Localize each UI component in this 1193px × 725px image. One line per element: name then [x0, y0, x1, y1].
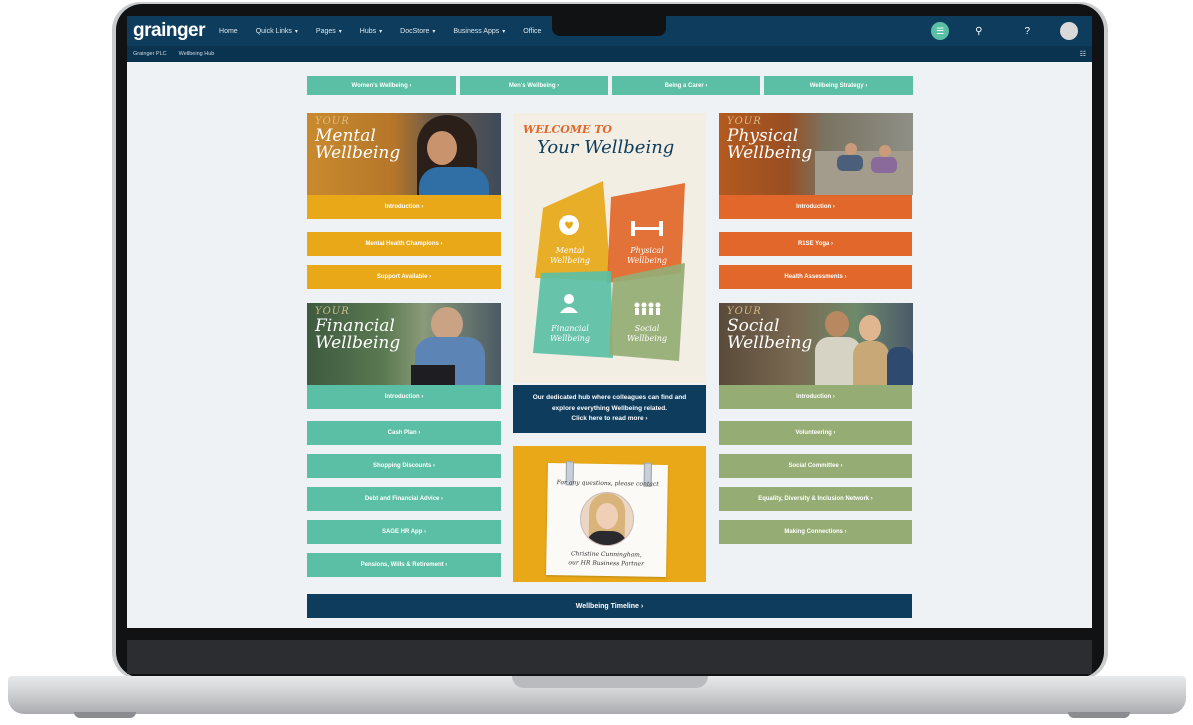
social-quadrant-label-2: Wellbeing	[627, 334, 667, 343]
social-person-shirt	[853, 341, 889, 385]
tab-womens-wellbeing[interactable]: Women's Wellbeing ›	[307, 76, 456, 95]
mental-quadrant-label-2: Wellbeing	[550, 256, 590, 265]
contact-note: For any questions, please contact Christ…	[546, 461, 668, 578]
laptop-chin	[127, 640, 1092, 674]
social-wellbeing-banner[interactable]: YOUR Social Wellbeing	[719, 303, 913, 385]
user-avatar[interactable]	[1060, 22, 1078, 40]
hub-text-line-2: explore everything Wellbeing related.	[551, 404, 668, 412]
tab-wellbeing-strategy[interactable]: Wellbeing Strategy ›	[764, 76, 913, 95]
financial-quadrant[interactable]	[533, 271, 613, 358]
nav-hubs[interactable]: Hubs ▾	[360, 28, 382, 35]
chevron-down-icon: ▾	[338, 28, 342, 35]
physical-wellbeing-banner[interactable]: YOUR Physical Wellbeing	[719, 113, 913, 195]
debt-financial-advice-button[interactable]: Debt and Financial Advice ›	[307, 487, 501, 511]
hub-description-link[interactable]: Our dedicated hub where colleagues can f…	[513, 385, 706, 433]
chevron-down-icon: ▾	[379, 28, 383, 35]
app-launcher-icon[interactable]: ☰	[931, 22, 950, 40]
physical-introduction-button[interactable]: Introduction ›	[719, 195, 912, 219]
chevron-down-icon: ▾	[432, 28, 436, 35]
mental-wellbeing-banner[interactable]: YOUR Mental Wellbeing	[307, 113, 501, 195]
volunteering-button[interactable]: Volunteering ›	[719, 421, 912, 445]
social-wellbeing-title: YOUR Social Wellbeing	[727, 306, 813, 354]
social-person-face	[859, 315, 881, 341]
woman-face	[427, 131, 457, 165]
r1se-yoga-button[interactable]: R1SE Yoga ›	[719, 232, 912, 256]
financial-quadrant-label-1: Financial	[550, 324, 589, 333]
browser-screen: grainger Home Quick Links ▾ Pages ▾ Hubs ▾ …	[127, 16, 1092, 628]
social-person-shirt	[887, 347, 913, 385]
social-person-face	[825, 311, 849, 337]
laptop-photo	[411, 365, 455, 385]
contact-heading: For any questions, please contact	[556, 479, 659, 488]
financial-wellbeing-banner[interactable]: YOUR Financial Wellbeing	[307, 303, 501, 385]
shopping-discounts-button[interactable]: Shopping Discounts ›	[307, 454, 501, 478]
nav-actions: ☰ ⚲ ?	[931, 16, 1092, 46]
mental-introduction-button[interactable]: Introduction ›	[307, 195, 501, 219]
help-icon[interactable]: ?	[1024, 26, 1030, 37]
yoga-person-face	[879, 145, 891, 157]
welcome-wellbeing-graphic[interactable]: WELCOME TO Your Wellbeing Mental Wellbei…	[513, 113, 706, 383]
search-icon[interactable]: ⚲	[975, 26, 982, 37]
breadcrumb: Grainger PLC Wellbeing Hub ☷	[127, 46, 1092, 62]
physical-quadrant-label-2: Wellbeing	[627, 256, 667, 265]
support-available-button[interactable]: Support Available ›	[307, 265, 501, 289]
contact-card: For any questions, please contact Christ…	[513, 446, 706, 582]
hub-text-line-1: Our dedicated hub where colleagues can f…	[532, 394, 687, 402]
financial-quadrant-label-2: Wellbeing	[550, 334, 590, 343]
social-committee-button[interactable]: Social Committee ›	[719, 454, 912, 478]
chevron-down-icon: ▾	[502, 28, 506, 35]
head-heart-icon	[559, 215, 579, 235]
financial-introduction-button[interactable]: Introduction ›	[307, 385, 501, 409]
contact-details: Christine Cunningham, our HR Business Pa…	[546, 549, 666, 569]
wellbeing-timeline-button[interactable]: Wellbeing Timeline ›	[307, 594, 912, 618]
laptop-foot	[1068, 712, 1130, 718]
nav-docstore[interactable]: DocStore ▾	[400, 28, 435, 35]
cash-plan-button[interactable]: Cash Plan ›	[307, 421, 501, 445]
nav-quick-links[interactable]: Quick Links ▾	[256, 28, 298, 35]
nav-menu: Home Quick Links ▾ Pages ▾ Hubs ▾ DocStore ▾…	[219, 28, 559, 35]
man-face	[431, 307, 463, 341]
mental-health-champions-button[interactable]: Mental Health Champions ›	[307, 232, 501, 256]
social-quadrant-label-1: Social	[635, 324, 660, 333]
making-connections-button[interactable]: Making Connections ›	[719, 520, 912, 544]
mental-quadrant-label-1: Mental	[555, 246, 585, 255]
yoga-person-body	[871, 157, 897, 173]
tab-being-a-carer[interactable]: Being a Carer ›	[612, 76, 760, 95]
grainger-logo[interactable]: grainger	[133, 20, 206, 42]
breadcrumb-grainger-plc[interactable]: Grainger PLC	[133, 51, 167, 57]
nav-pages[interactable]: Pages ▾	[316, 28, 342, 35]
woman-shirt	[419, 167, 489, 195]
nav-home[interactable]: Home	[219, 28, 238, 35]
chevron-down-icon: ▾	[294, 28, 298, 35]
breadcrumb-wellbeing-hub[interactable]: Wellbeing Hub	[179, 51, 215, 57]
contact-photo	[579, 491, 635, 547]
pensions-wills-retirement-button[interactable]: Pensions, Wills & Retirement ›	[307, 553, 501, 577]
nav-office[interactable]: Office	[523, 28, 541, 35]
laptop-opening-groove	[512, 676, 708, 688]
social-quadrant[interactable]	[609, 263, 685, 361]
page-menu-icon[interactable]: ☷	[1080, 50, 1086, 58]
yoga-person-body	[837, 155, 863, 171]
health-assessments-button[interactable]: Health Assessments ›	[719, 265, 912, 289]
nav-business-apps[interactable]: Business Apps ▾	[453, 28, 505, 35]
contact-role: our HR Business Partner	[568, 559, 645, 568]
yoga-person-face	[845, 143, 857, 155]
camera-notch	[552, 16, 666, 36]
patio-photo	[815, 151, 913, 195]
read-more-link[interactable]: Click here to read more ›	[513, 414, 706, 424]
tab-mens-wellbeing[interactable]: Men's Wellbeing ›	[460, 76, 608, 95]
social-introduction-button[interactable]: Introduction ›	[719, 385, 912, 409]
physical-quadrant-label-1: Physical	[629, 246, 664, 255]
sage-hr-app-button[interactable]: SAGE HR App ›	[307, 520, 501, 544]
mental-wellbeing-title: YOUR Mental Wellbeing	[315, 116, 401, 164]
laptop-foot	[74, 712, 136, 718]
financial-wellbeing-title: YOUR Financial Wellbeing	[315, 306, 401, 354]
wellbeing-quadrants: Mental Wellbeing Physical Wellbeing Fina…	[533, 181, 685, 361]
physical-wellbeing-title: YOUR Physical Wellbeing	[727, 116, 813, 164]
edi-network-button[interactable]: Equality, Diversity & Inclusion Network …	[719, 487, 912, 511]
